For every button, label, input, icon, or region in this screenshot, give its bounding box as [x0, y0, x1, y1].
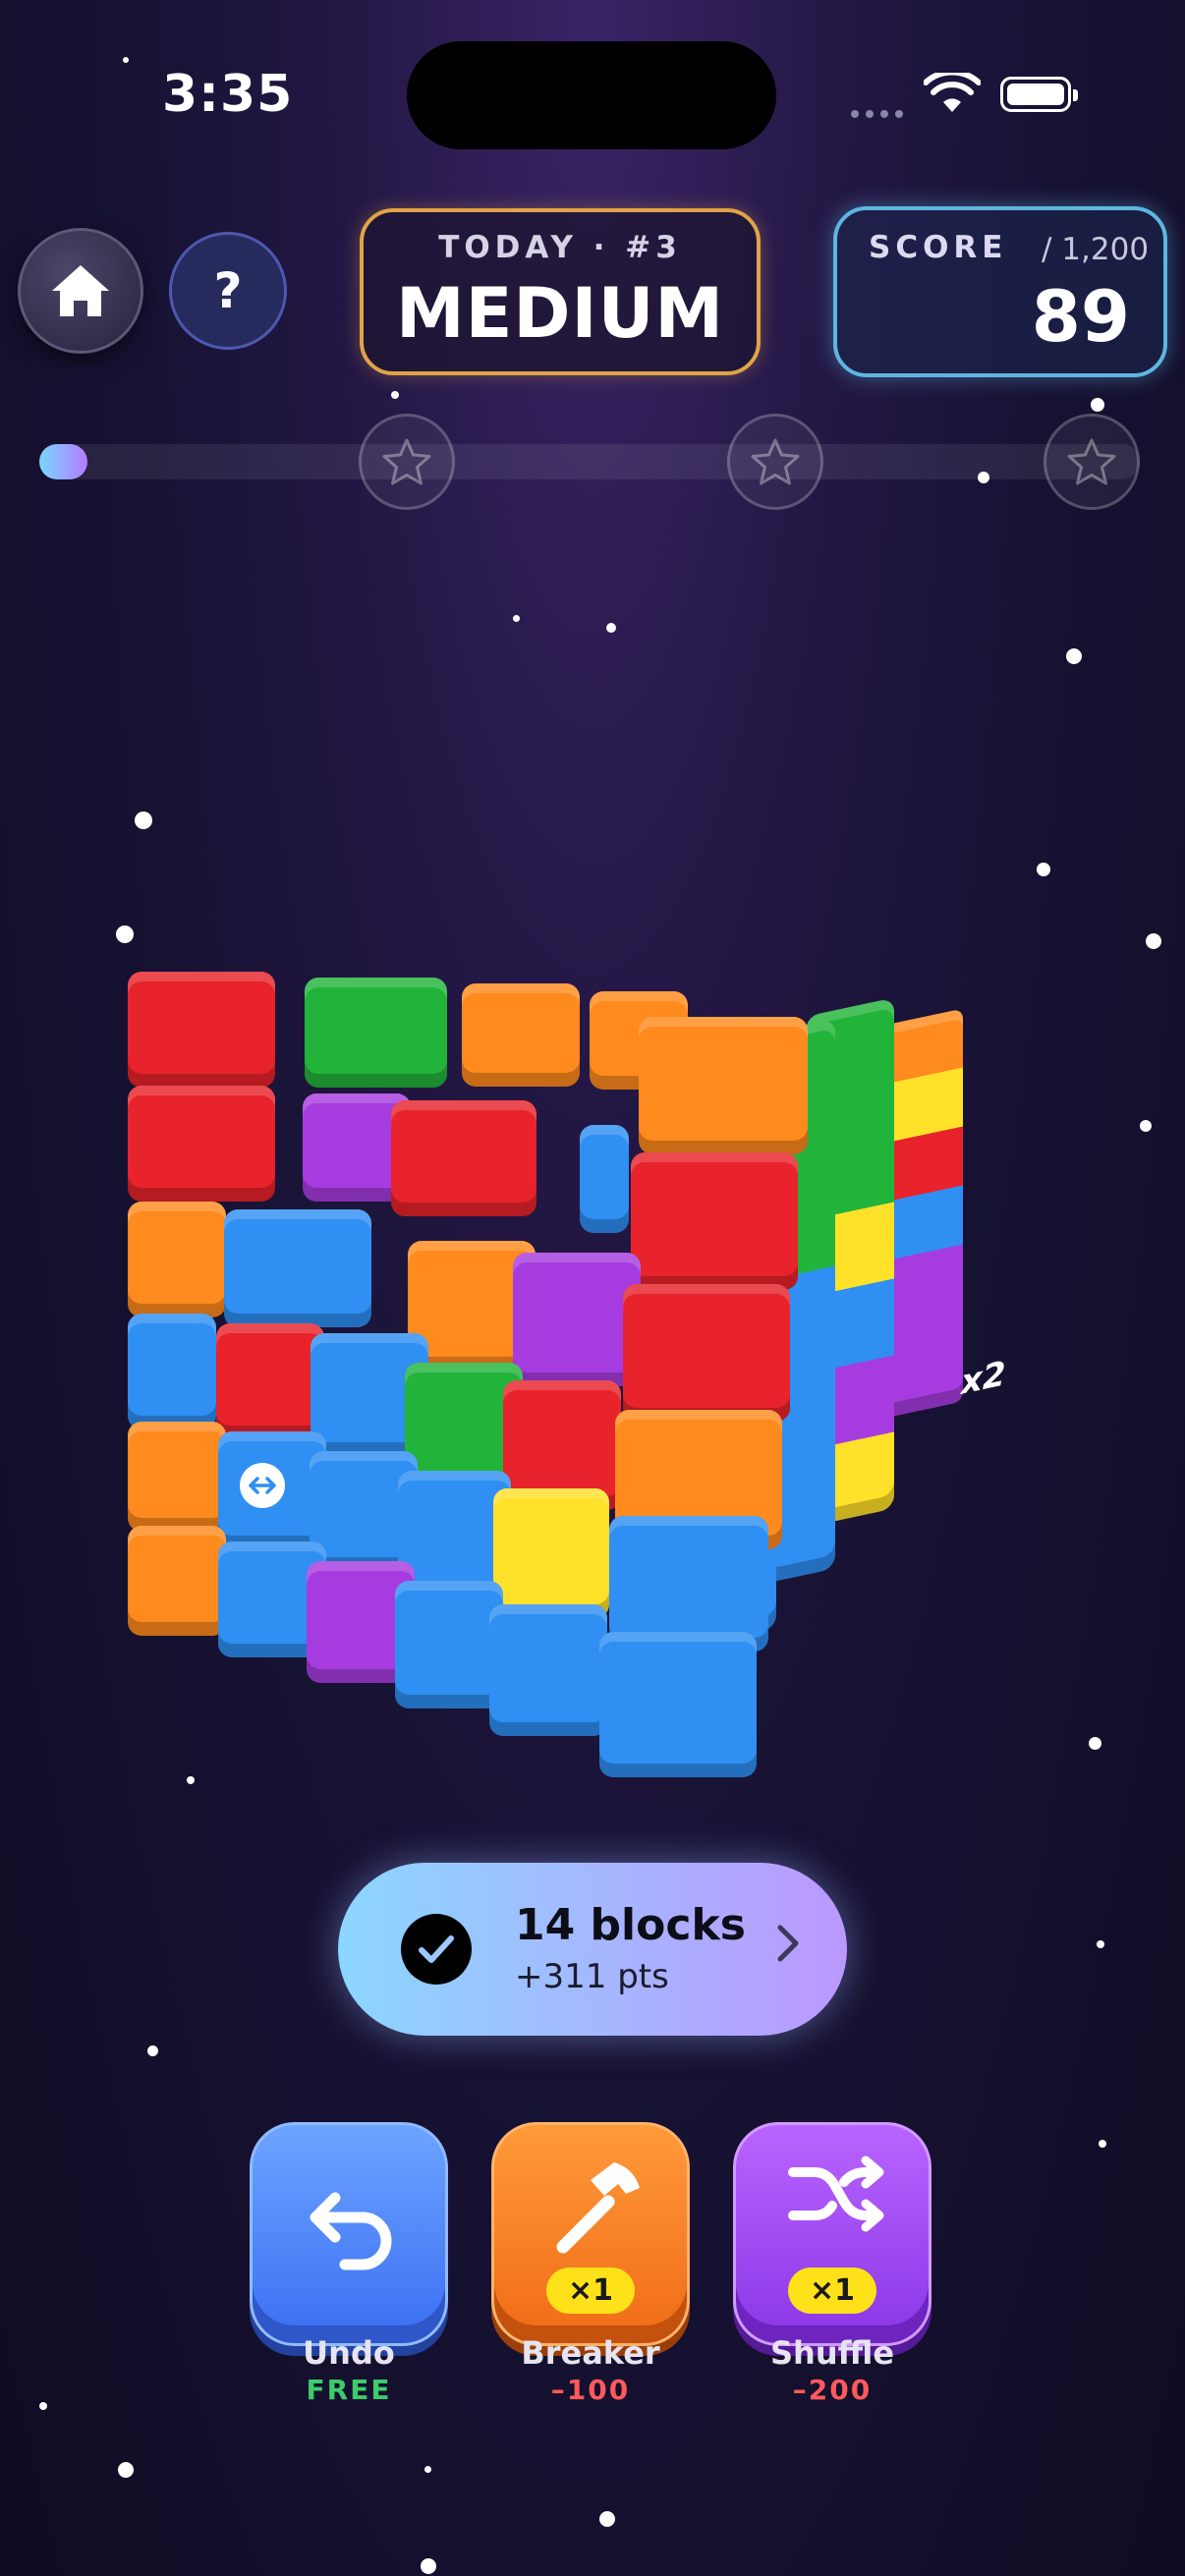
shuffle-cost: –200 — [792, 2374, 873, 2406]
multiplier-label: x2 — [961, 1354, 1006, 1403]
check-icon — [401, 1914, 472, 1985]
status-time: 3:35 — [162, 65, 294, 124]
battery-icon — [1000, 77, 1078, 112]
block-green[interactable] — [305, 978, 447, 1088]
score-label: SCORE — [869, 230, 1008, 265]
score-progress-fill — [39, 444, 88, 479]
wifi-icon — [923, 69, 982, 118]
star-milestone-2 — [727, 414, 823, 510]
star-icon — [751, 438, 800, 485]
block-blue[interactable] — [489, 1604, 607, 1736]
shuffle-count-badge: ×1 — [787, 2268, 877, 2314]
help-label: ? — [213, 262, 243, 319]
score-progress-track — [39, 444, 1140, 479]
block-orange[interactable] — [128, 1526, 226, 1636]
star-icon — [382, 438, 431, 485]
block-red[interactable] — [128, 972, 275, 1088]
chevron-right-icon — [774, 1922, 802, 1969]
block-blue[interactable] — [580, 1125, 629, 1233]
swap-arrows-icon — [240, 1463, 285, 1508]
cube-side-face[interactable] — [884, 1008, 963, 1419]
shuffle-label: Shuffle — [769, 2334, 895, 2372]
block-red[interactable] — [631, 1152, 798, 1290]
block-orange[interactable] — [128, 1422, 226, 1532]
undo-button[interactable] — [250, 2122, 448, 2346]
block-blue[interactable] — [128, 1314, 216, 1429]
block-red[interactable] — [216, 1323, 324, 1439]
block-orange[interactable] — [128, 1202, 226, 1317]
shuffle-icon — [788, 2156, 884, 2232]
block-red[interactable] — [391, 1100, 536, 1216]
undo-label: Undo — [303, 2334, 395, 2372]
breaker-button[interactable]: ×1 — [491, 2122, 690, 2346]
combo-summary-button[interactable]: 14 blocks +311 pts — [338, 1863, 847, 2036]
block-red[interactable] — [623, 1284, 790, 1422]
block-orange[interactable] — [462, 983, 580, 1087]
combo-points: +311 pts — [515, 1957, 669, 1996]
undo-icon — [310, 2192, 392, 2270]
score-target: / 1,200 — [1042, 232, 1150, 267]
home-button[interactable] — [18, 228, 143, 354]
shuffle-button[interactable]: ×1 — [733, 2122, 931, 2346]
block-cube-board[interactable]: x2 — [128, 968, 1032, 1813]
score-value: 89 — [1031, 275, 1130, 358]
undo-cost: FREE — [306, 2374, 392, 2406]
star-milestone-3 — [1044, 414, 1140, 510]
breaker-cost: –100 — [550, 2374, 631, 2406]
today-label: TODAY · #3 — [438, 230, 682, 265]
block-red[interactable] — [128, 1086, 275, 1202]
difficulty-value: MEDIUM — [395, 273, 725, 354]
cellular-signal-icon — [851, 103, 910, 122]
combo-blocks: 14 blocks — [515, 1900, 746, 1950]
block-blue[interactable] — [224, 1209, 371, 1327]
block-purple[interactable] — [513, 1253, 641, 1386]
star-milestone-1 — [359, 414, 455, 510]
breaker-count-badge: ×1 — [545, 2268, 636, 2314]
star-icon — [1067, 438, 1116, 485]
hammer-icon — [556, 2162, 640, 2254]
dynamic-island — [407, 41, 776, 149]
home-icon — [52, 265, 109, 316]
score-card: SCORE / 1,200 89 — [833, 206, 1167, 377]
block-orange[interactable] — [639, 1017, 808, 1154]
help-button[interactable]: ? — [169, 232, 287, 350]
block-blue[interactable] — [395, 1581, 503, 1708]
daily-level-card: TODAY · #3 MEDIUM — [360, 208, 761, 375]
breaker-label: Breaker — [521, 2334, 660, 2372]
block-blue[interactable] — [599, 1632, 757, 1777]
block-yellow[interactable] — [493, 1488, 609, 1618]
